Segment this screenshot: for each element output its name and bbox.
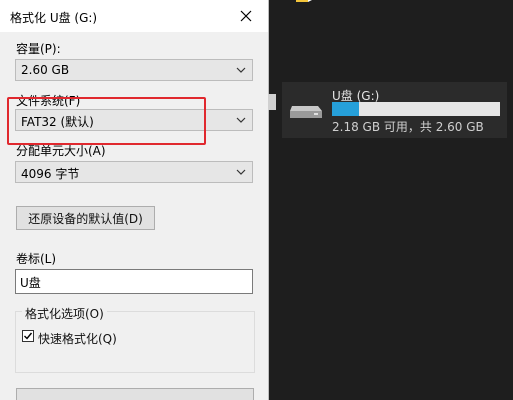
filesystem-label: 文件系统(F) bbox=[16, 94, 81, 108]
drive-space-info: 2.18 GB 可用，共 2.60 GB bbox=[332, 120, 484, 134]
usb-drive-icon bbox=[290, 106, 322, 118]
dialog-title: 格式化 U盘 (G:) bbox=[10, 11, 98, 25]
chevron-down-icon bbox=[236, 67, 246, 73]
quick-format-label: 快速格式化(Q) bbox=[38, 332, 117, 346]
folder-icon bbox=[296, 0, 312, 2]
title-bar: 格式化 U盘 (G:) bbox=[0, 0, 268, 32]
start-button[interactable] bbox=[16, 388, 254, 400]
format-options-label: 格式化选项(O) bbox=[22, 305, 107, 322]
chevron-down-icon bbox=[236, 169, 246, 175]
format-dialog: 格式化 U盘 (G:) 容量(P): 2.60 GB 文件系统(F) FAT32… bbox=[0, 0, 269, 400]
volume-label: 卷标(L) bbox=[16, 252, 57, 266]
volume-label-value: U盘 bbox=[20, 276, 41, 290]
checkmark-icon bbox=[24, 332, 33, 340]
restore-defaults-button[interactable]: 还原设备的默认值(D) bbox=[16, 206, 155, 230]
allocation-select[interactable]: 4096 字节 bbox=[15, 161, 253, 183]
scrollbar-thumb[interactable] bbox=[268, 94, 276, 110]
filesystem-select[interactable]: FAT32 (默认) bbox=[15, 109, 253, 131]
close-button[interactable] bbox=[224, 0, 268, 32]
chevron-down-icon bbox=[236, 117, 246, 123]
close-icon bbox=[240, 10, 252, 22]
allocation-label: 分配单元大小(A) bbox=[16, 144, 106, 158]
drive-usage-bar bbox=[332, 102, 500, 116]
drive-usage-fill bbox=[332, 102, 359, 116]
capacity-value: 2.60 GB bbox=[21, 63, 70, 77]
allocation-value: 4096 字节 bbox=[21, 167, 80, 181]
filesystem-value: FAT32 (默认) bbox=[21, 115, 94, 129]
capacity-label: 容量(P): bbox=[16, 42, 61, 56]
volume-label-input[interactable]: U盘 bbox=[15, 269, 253, 294]
drive-tile[interactable]: U盘 (G:) 2.18 GB 可用，共 2.60 GB bbox=[282, 82, 507, 138]
capacity-select[interactable]: 2.60 GB bbox=[15, 59, 253, 81]
quick-format-checkbox[interactable] bbox=[22, 330, 34, 342]
